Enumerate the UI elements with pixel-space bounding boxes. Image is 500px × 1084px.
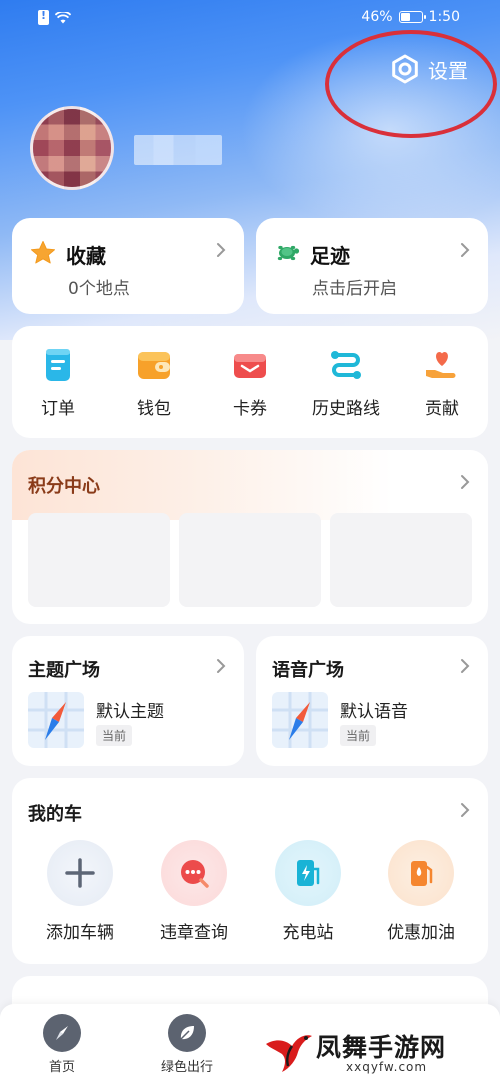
points-item-placeholder[interactable] [28,513,170,607]
watermark-logo: 凤舞手游网 xxqyfw.com [262,1022,492,1080]
tool-contribute[interactable]: 贡献 [397,346,487,419]
chevron-right-icon [461,659,470,673]
tab-label: 首页 [48,1060,75,1075]
wifi-icon [55,11,71,23]
favorites-card[interactable]: 收藏 0个地点 [12,218,244,314]
violation-icon [181,860,209,888]
username-blurred[interactable] [134,135,222,165]
current-badge: 当前 [96,725,133,746]
settings-label: 设置 [428,58,468,83]
avatar[interactable] [30,106,114,190]
tool-label: 卡券 [233,399,267,419]
car-item-label: 违章查询 [160,923,228,943]
tool-history-route[interactable]: 历史路线 [301,346,391,419]
car-item-label: 充电站 [282,923,334,943]
violation-query-button[interactable]: 违章查询 [139,840,249,943]
favorites-count: 0个地点 [68,279,130,299]
car-item-label: 优惠加油 [387,923,455,943]
compass-map-icon [28,692,84,748]
tool-label: 贡献 [425,399,459,419]
footprint-title: 足迹 [310,244,350,268]
charging-station-button[interactable]: 充电站 [253,840,363,943]
footprint-card[interactable]: 足迹 点击后开启 [256,218,488,314]
points-center-card[interactable]: 积分中心 [12,450,488,624]
tools-card: 订单 钱包 卡券 历史路线 贡献 [12,326,488,438]
wallet-icon [138,352,170,379]
theme-plaza-title: 主题广场 [28,660,100,681]
star-icon [31,241,55,264]
turtle-icon [277,245,300,261]
gear-icon [392,54,418,84]
footprint-status: 点击后开启 [312,279,397,299]
voice-plaza-title: 语音广场 [272,660,344,681]
route-icon [331,351,361,379]
compass-map-icon [272,692,328,748]
sim-alert-icon [38,9,49,25]
tool-coupon[interactable]: 卡券 [205,346,295,419]
chevron-right-icon[interactable] [460,802,470,818]
plus-icon [65,858,95,888]
points-center-title: 积分中心 [28,476,100,497]
voice-plaza-card[interactable]: 语音广场 默认语音 当前 [256,636,488,766]
compass-icon [56,1026,68,1040]
coupon-icon [234,354,266,378]
battery-percent: 46% [361,9,393,25]
theme-plaza-card[interactable]: 主题广场 默认主题 当前 [12,636,244,766]
chevron-right-icon [217,659,226,673]
watermark-url: xxqyfw.com [346,1060,428,1074]
chevron-right-icon [461,243,470,257]
tab-home[interactable]: 首页 [22,1014,102,1075]
points-item-placeholder[interactable] [179,513,321,607]
points-item-placeholder[interactable] [330,513,472,607]
settings-button[interactable]: 设置 [390,54,468,84]
my-car-title: 我的车 [28,804,82,825]
phoenix-logo-icon [266,1035,312,1072]
my-car-card: 我的车 添加车辆 违章查询 充电站 优惠加油 [12,778,488,964]
add-vehicle-button[interactable]: 添加车辆 [25,840,135,943]
car-item-label: 添加车辆 [46,923,114,943]
tool-label: 订单 [41,399,75,419]
tool-wallet[interactable]: 钱包 [109,346,199,419]
tool-order[interactable]: 订单 [13,346,103,419]
status-bar: 46% 1:50 [0,0,500,36]
theme-name: 默认主题 [96,702,164,722]
order-icon [46,349,70,381]
chevron-right-icon [217,243,226,257]
chevron-right-icon [461,475,470,489]
current-badge: 当前 [340,725,377,746]
favorites-title: 收藏 [66,244,106,268]
tab-label: 绿色出行 [160,1060,213,1075]
voice-name: 默认语音 [340,702,408,722]
fuel-icon [411,861,433,886]
watermark-text: 凤舞手游网 [316,1033,447,1062]
fuel-discount-button[interactable]: 优惠加油 [366,840,476,943]
clock: 1:50 [428,9,460,25]
tool-label: 历史路线 [312,399,380,419]
contribute-icon [426,352,456,378]
battery-icon [398,11,426,23]
tab-green-travel[interactable]: 绿色出行 [147,1014,227,1075]
tool-label: 钱包 [137,399,171,419]
charging-icon [297,860,320,886]
leaf-icon [180,1026,194,1040]
